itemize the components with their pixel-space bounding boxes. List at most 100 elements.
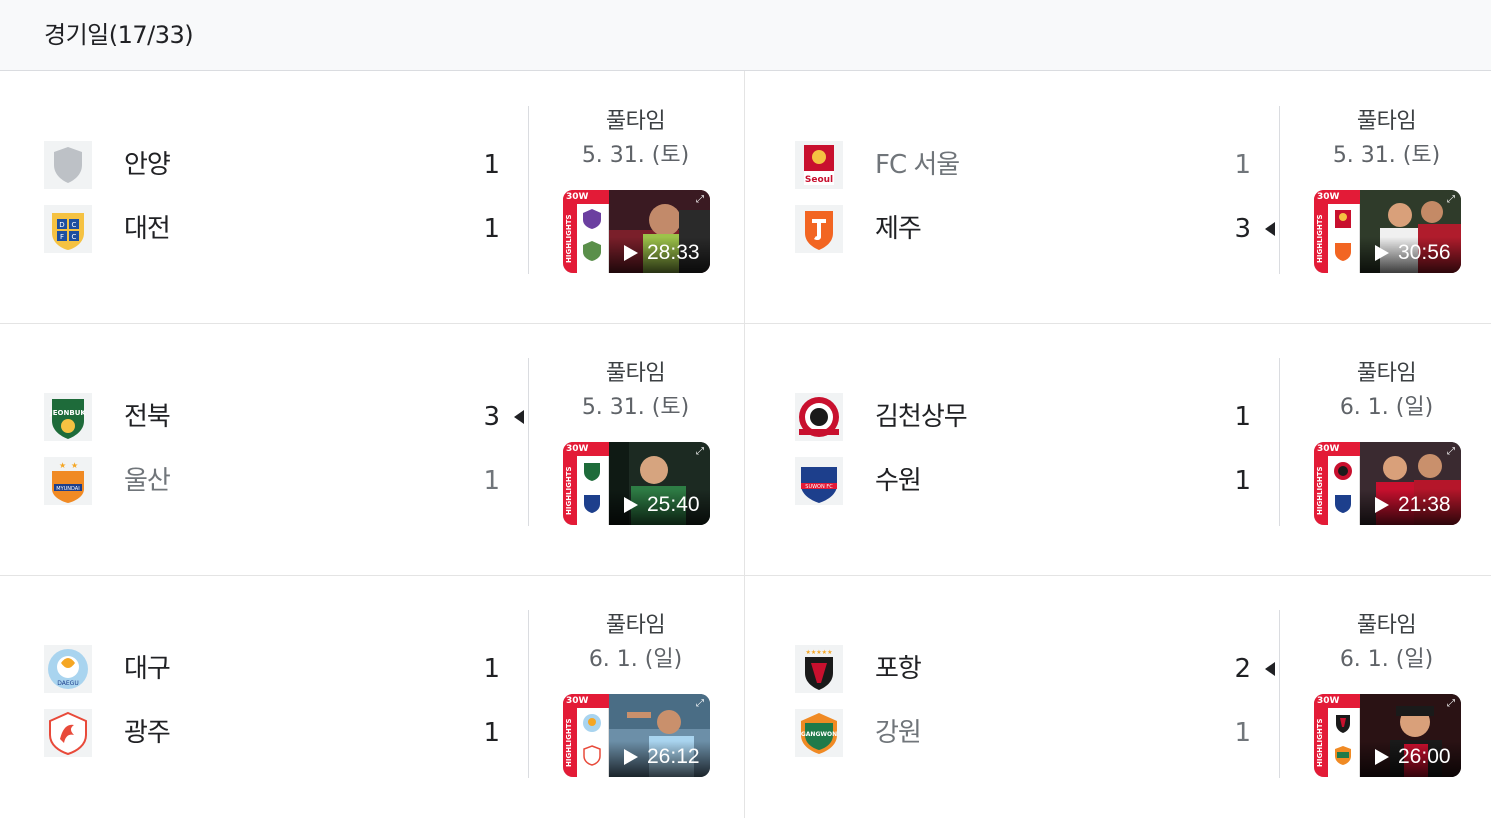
match-date: 6. 1. (일) bbox=[1339, 647, 1434, 672]
team-score: 1 bbox=[1234, 466, 1251, 496]
highlight-label: HIGHLIGHTS bbox=[565, 466, 573, 516]
video-duration: 25:40 bbox=[647, 493, 700, 516]
video-duration: 28:33 bbox=[647, 241, 700, 264]
match-card[interactable]: DAEGU 대구 1 광주 1 풀타임 6. 1. (일) 30W HIGHLI… bbox=[0, 576, 746, 818]
team-mini-logo-icon bbox=[583, 209, 601, 229]
share-icon: ⤢ bbox=[1447, 446, 1455, 457]
svg-text:GANGWON: GANGWON bbox=[801, 731, 837, 738]
match-card[interactable]: Seoul FC 서울 1 제주 3 풀타임 5. 31. (토) 30W HI… bbox=[751, 72, 1491, 324]
video-duration: 26:00 bbox=[1398, 745, 1451, 768]
team-name: 대전 bbox=[124, 214, 171, 244]
play-icon bbox=[1375, 749, 1389, 765]
share-icon: ⤢ bbox=[1447, 194, 1455, 205]
team-score: 1 bbox=[483, 214, 500, 244]
team-mini-logo-icon bbox=[1335, 210, 1351, 228]
highlight-tag: 30W bbox=[563, 442, 609, 456]
team-score: 3 bbox=[483, 402, 500, 432]
play-icon bbox=[1375, 497, 1389, 513]
svg-text:★: ★ bbox=[59, 461, 66, 470]
highlight-banner: 30W HIGHLIGHTS bbox=[1314, 442, 1360, 525]
svg-text:JEONBUK: JEONBUK bbox=[49, 409, 86, 417]
play-icon bbox=[1375, 245, 1389, 261]
share-icon: ⤢ bbox=[696, 446, 704, 457]
team-score: 1 bbox=[1234, 718, 1251, 748]
away-team-row: DCFC 대전 1 bbox=[44, 205, 524, 253]
away-team-row: ★ ★ MYUNDAI 울산 1 bbox=[44, 457, 524, 505]
highlight-video-thumbnail[interactable]: 30W HIGHLIGHTS ⤢ 26:00 bbox=[1314, 694, 1461, 777]
match-card[interactable]: JEONBUK 전북 3 ★ ★ MYUNDAI 울산 1 풀타임 5. 31. (… bbox=[0, 324, 746, 576]
gwangju-crest-icon bbox=[44, 709, 92, 757]
team-name: 광주 bbox=[124, 718, 171, 748]
highlight-label: HIGHLIGHTS bbox=[1316, 718, 1324, 768]
match-status: 풀타임 bbox=[605, 361, 666, 386]
home-team-row: ★★★★★ 포항 2 bbox=[795, 645, 1275, 693]
team-score: 1 bbox=[483, 654, 500, 684]
highlight-video-thumbnail[interactable]: 30W HIGHLIGHTS ⤢ 26:12 bbox=[563, 694, 710, 777]
highlight-video-thumbnail[interactable]: 30W HIGHLIGHTS ⤢ 28:33 bbox=[563, 190, 710, 273]
team-name: 안양 bbox=[124, 150, 171, 180]
match-date: 6. 1. (일) bbox=[1339, 395, 1434, 420]
svg-text:Seoul: Seoul bbox=[805, 175, 833, 185]
match-card[interactable]: 김천상무 1 SUWON FC 수원 1 풀타임 6. 1. (일) 30W H… bbox=[751, 324, 1491, 576]
highlight-banner: 30W HIGHLIGHTS bbox=[1314, 694, 1360, 777]
ulsan-crest-icon: ★ ★ MYUNDAI bbox=[44, 457, 92, 505]
jeju-crest-icon bbox=[795, 205, 843, 253]
away-team-row: SUWON FC 수원 1 bbox=[795, 457, 1275, 505]
team-mini-logo-icon bbox=[1335, 243, 1351, 261]
team-score: 1 bbox=[483, 466, 500, 496]
highlight-label: HIGHLIGHTS bbox=[1316, 466, 1324, 516]
team-score: 1 bbox=[1234, 402, 1251, 432]
team-mini-logo-icon bbox=[584, 463, 600, 481]
team-score: 2 bbox=[1234, 654, 1251, 684]
highlight-video-thumbnail[interactable]: 30W HIGHLIGHTS ⤢ 21:38 bbox=[1314, 442, 1461, 525]
team-mini-logo-icon bbox=[583, 745, 601, 766]
match-date: 6. 1. (일) bbox=[588, 647, 683, 672]
match-status: 풀타임 bbox=[1356, 361, 1417, 386]
team-mini-logo-icon bbox=[584, 495, 600, 513]
seoul-crest-icon: Seoul bbox=[795, 141, 843, 189]
jeonbuk-crest-icon: JEONBUK bbox=[44, 393, 92, 441]
team-mini-logo-icon bbox=[1335, 746, 1351, 765]
winner-indicator-icon bbox=[514, 410, 524, 424]
away-team-row: 제주 3 bbox=[795, 205, 1275, 253]
home-team-row: Seoul FC 서울 1 bbox=[795, 141, 1275, 189]
highlight-banner: 30W HIGHLIGHTS bbox=[563, 442, 609, 525]
play-icon bbox=[624, 245, 638, 261]
away-team-row: GANGWON 강원 1 bbox=[795, 709, 1275, 757]
pohang-crest-icon: ★★★★★ bbox=[795, 645, 843, 693]
play-icon bbox=[624, 497, 638, 513]
home-team-row: JEONBUK 전북 3 bbox=[44, 393, 524, 441]
home-team-row: DAEGU 대구 1 bbox=[44, 645, 524, 693]
team-name: 전북 bbox=[124, 402, 171, 432]
team-name: FC 서울 bbox=[875, 150, 960, 180]
match-card[interactable]: 안양 1 DCFC 대전 1 풀타임 5. 31. (토) 30W HIGHLI… bbox=[0, 72, 746, 324]
highlight-video-thumbnail[interactable]: 30W HIGHLIGHTS ⤢ 30:56 bbox=[1314, 190, 1461, 273]
team-mini-logo-icon bbox=[1336, 715, 1350, 733]
svg-text:MYUNDAI: MYUNDAI bbox=[56, 486, 79, 492]
team-mini-logo-icon bbox=[583, 714, 601, 732]
svg-text:DAEGU: DAEGU bbox=[57, 680, 78, 687]
svg-text:C: C bbox=[72, 221, 77, 229]
match-card[interactable]: ★★★★★ 포항 2 GANGWON 강원 1 풀타임 6. 1. (일) 30… bbox=[751, 576, 1491, 818]
match-date: 5. 31. (토) bbox=[1332, 143, 1441, 168]
team-mini-logo-icon bbox=[583, 241, 601, 261]
winner-indicator-icon bbox=[1265, 222, 1275, 236]
team-name: 울산 bbox=[124, 466, 171, 496]
match-status: 풀타임 bbox=[605, 613, 666, 638]
team-score: 3 bbox=[1234, 214, 1251, 244]
highlight-tag: 30W bbox=[1314, 190, 1360, 204]
matchday-title: 경기일(17/33) bbox=[44, 21, 194, 49]
suwon-crest-icon: SUWON FC bbox=[795, 457, 843, 505]
daegu-crest-icon: DAEGU bbox=[44, 645, 92, 693]
team-name: 수원 bbox=[875, 466, 922, 496]
highlight-banner: 30W HIGHLIGHTS bbox=[563, 694, 609, 777]
svg-text:★★★★★: ★★★★★ bbox=[806, 649, 833, 656]
match-status: 풀타임 bbox=[1356, 613, 1417, 638]
gimcheon-crest-icon bbox=[795, 393, 843, 441]
team-score: 1 bbox=[483, 718, 500, 748]
highlight-video-thumbnail[interactable]: 30W HIGHLIGHTS ⤢ 25:40 bbox=[563, 442, 710, 525]
match-date: 5. 31. (토) bbox=[581, 143, 690, 168]
match-status: 풀타임 bbox=[605, 109, 666, 134]
team-mini-logo-icon bbox=[1335, 495, 1351, 513]
svg-text:★: ★ bbox=[71, 461, 78, 470]
